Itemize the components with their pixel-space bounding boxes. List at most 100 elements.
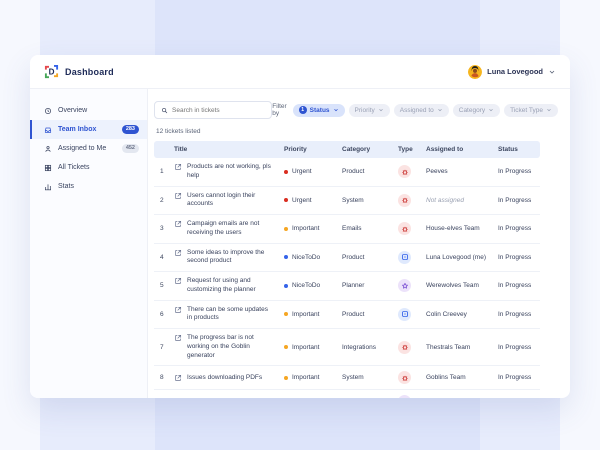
ticket-title: Products are not working, pls help [187,163,272,181]
open-ticket-icon[interactable] [174,192,182,200]
sidebar-item-team-inbox[interactable]: Team Inbox 283 [30,120,147,139]
ticket-assigned-to: Goblins Team [420,366,492,390]
chevron-down-icon [437,107,443,113]
ticket-priority: Important [292,225,319,232]
ticket-row[interactable]: 1 Products are not working, pls help Urg… [154,158,540,186]
suggestion-icon [398,308,411,321]
ticket-priority: NiceToDo [292,282,320,289]
ticket-category: Integrations [336,329,392,366]
ticket-number: 6 [154,300,168,329]
search-input[interactable] [172,107,265,114]
sidebar-count-badge: 452 [122,144,139,154]
bug-icon [398,341,411,354]
sidebar-item-all-tickets[interactable]: All Tickets [30,158,147,177]
open-ticket-icon[interactable] [174,277,182,285]
ticket-priority: Urgent [292,168,312,175]
open-ticket-icon[interactable] [174,163,182,171]
ticket-title: Campaign emails are not receiving the us… [187,220,272,238]
ticket-assigned-to: Colin Creevey [420,300,492,329]
priority-dot [284,227,288,231]
bug-icon [398,165,411,178]
ticket-number: 7 [154,329,168,366]
ticket-row[interactable]: 8 Issues downloading PDFs Important Syst… [154,366,540,390]
filter-pill-priority[interactable]: Priority [349,104,390,117]
ticket-status: In Progress [492,158,540,186]
table-header-row: Title Priority Category Type Assigned to… [154,141,540,158]
ticket-category: Emails [336,215,392,244]
ticket-assigned-to: Thestrals Team [420,329,492,366]
priority-dot [284,376,288,380]
toolbar: Filter by 1 Status Priority Assigned to … [154,101,558,119]
ticket-number: 9 [154,390,168,398]
ticket-row[interactable]: 2 Users cannot login their accounts Urge… [154,186,540,215]
ticket-status: In Progress [492,215,540,244]
col-category[interactable]: Category [336,141,392,158]
sidebar-item-stats[interactable]: Stats [30,177,147,196]
ticket-priority: Urgent [292,197,312,204]
ticket-number: 1 [154,158,168,186]
ticket-assigned-to: Not assigned [420,186,492,215]
svg-text:D: D [49,67,55,76]
open-ticket-icon[interactable] [174,374,182,382]
priority-dot [284,170,288,174]
ticket-row[interactable]: 6 There can be some updates in products … [154,300,540,329]
col-type[interactable]: Type [392,141,420,158]
ticket-title: Users cannot login their accounts [187,192,272,210]
priority-dot [284,284,288,288]
bar-chart-icon [44,183,52,191]
col-title[interactable]: Title [168,141,278,158]
tickets-table: Title Priority Category Type Assigned to… [154,141,540,398]
sidebar-item-overview[interactable]: Overview [30,101,147,120]
ticket-number: 8 [154,366,168,390]
open-ticket-icon[interactable] [174,334,182,342]
logo-brackets-icon: D [44,64,59,79]
chevron-down-icon [548,68,556,76]
filter-pill-ticket-type[interactable]: Ticket Type [504,104,558,117]
col-assigned-to[interactable]: Assigned to [420,141,492,158]
ticket-row[interactable]: 4 Some ideas to improve the second produ… [154,243,540,272]
star-icon [398,395,411,398]
filter-pill-assigned-to[interactable]: Assigned to [394,104,449,117]
open-ticket-icon[interactable] [174,306,182,314]
search-box[interactable] [154,101,272,119]
ticket-status: In Progress [492,272,540,301]
ticket-status: In Progress [492,186,540,215]
ticket-category: Product [336,158,392,186]
col-number [154,141,168,158]
col-priority[interactable]: Priority [278,141,336,158]
ticket-row[interactable]: 3 Campaign emails are not receiving the … [154,215,540,244]
open-ticket-icon[interactable] [174,220,182,228]
sidebar-count-badge: 283 [122,125,139,135]
dashboard-window: D Dashboard Luna Lovegood Overview [30,55,570,398]
person-icon [44,145,52,153]
user-name: Luna Lovegood [487,67,543,76]
ticket-assigned-to: Luna Lovegood (me) [420,243,492,272]
filter-pill-status[interactable]: 1 Status [293,104,345,117]
ticket-row[interactable]: 7 The progress bar is not working on the… [154,329,540,366]
filter-count-badge: 1 [299,106,307,114]
star-icon [398,279,411,292]
app-header: D Dashboard Luna Lovegood [30,55,570,89]
ticket-row[interactable]: 9 Need to add collaborators Important Pr… [154,390,540,398]
ticket-assigned-to: Werewolves Team [420,272,492,301]
ticket-number: 5 [154,272,168,301]
sidebar: Overview Team Inbox 283 Assigned to Me 4… [30,89,148,398]
filter-pill-category[interactable]: Category [453,104,500,117]
ticket-number: 2 [154,186,168,215]
app-title: Dashboard [65,67,114,77]
user-menu[interactable]: Luna Lovegood [468,65,556,79]
ticket-status: In Progress [492,243,540,272]
ticket-status: In Progress [492,390,540,398]
tickets-count-label: 12 tickets listed [156,128,558,135]
ticket-row[interactable]: 5 Request for using and customizing the … [154,272,540,301]
sidebar-item-assigned-to-me[interactable]: Assigned to Me 452 [30,139,147,158]
ticket-assigned-to: House-elves Team [420,215,492,244]
ticket-category: System [336,186,392,215]
priority-dot [284,255,288,259]
ticket-assigned-to: Lavender Brown [420,390,492,398]
ticket-title: The progress bar is not working on the G… [187,334,272,360]
chevron-down-icon [546,107,552,113]
col-status[interactable]: Status [492,141,540,158]
open-ticket-icon[interactable] [174,249,182,257]
ticket-number: 4 [154,243,168,272]
